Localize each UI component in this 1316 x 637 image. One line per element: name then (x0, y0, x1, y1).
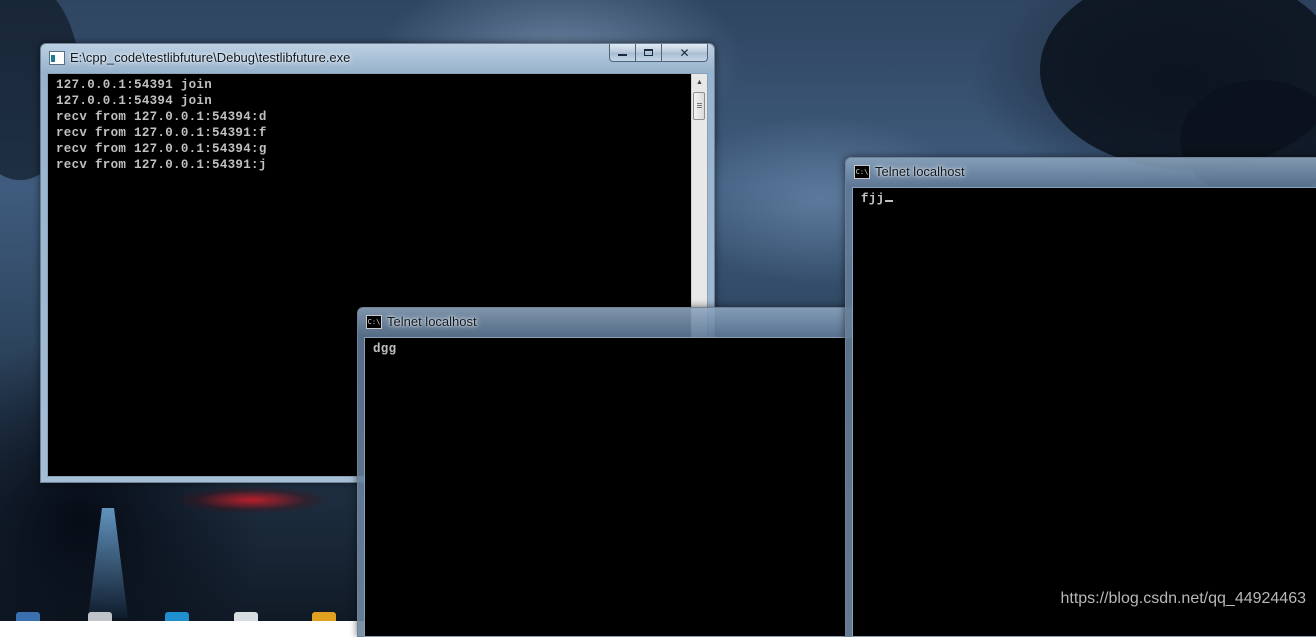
street-lamp-glow (88, 508, 128, 618)
watermark: https://blog.csdn.net/qq_44924463 (1060, 590, 1306, 607)
output-line: recv from 127.0.0.1:54391:j (56, 158, 267, 172)
server-window-titlebar[interactable]: E:\cpp_code\testlibfuture\Debug\testlibf… (41, 44, 714, 72)
taskbar-icon[interactable] (234, 612, 258, 621)
minimize-button[interactable] (609, 44, 636, 62)
caption-buttons: ✕ (609, 44, 708, 64)
output-line: 127.0.0.1:54394 join (56, 94, 213, 108)
taskbar-icon[interactable] (312, 612, 336, 621)
telnet-window-2[interactable]: C:\ Telnet localhost fjj (845, 157, 1316, 637)
taskbar-icon[interactable] (88, 612, 112, 621)
telnet-console-2[interactable]: fjj (852, 187, 1316, 637)
output-line: recv from 127.0.0.1:54391:f (56, 126, 267, 140)
maximize-icon (644, 49, 653, 56)
maximize-button[interactable] (636, 44, 662, 62)
window-title: Telnet localhost (387, 314, 477, 329)
scrollbar-thumb[interactable] (693, 92, 705, 120)
close-button[interactable]: ✕ (662, 44, 708, 62)
taskbar-icon[interactable] (165, 612, 189, 621)
close-icon: ✕ (679, 45, 690, 60)
red-neon-lights (172, 486, 332, 514)
scroll-up-arrow-icon[interactable]: ▲ (692, 74, 707, 90)
console-text: dgg (373, 342, 397, 356)
typed-text: fjj (861, 192, 885, 206)
cmd-icon: C:\ (366, 315, 382, 329)
console-text: 127.0.0.1:54391 join 127.0.0.1:54394 joi… (56, 77, 267, 173)
minimize-icon (618, 53, 627, 56)
output-line: recv from 127.0.0.1:54394:g (56, 142, 267, 156)
output-line: recv from 127.0.0.1:54394:d (56, 110, 267, 124)
output-line: 127.0.0.1:54391 join (56, 78, 213, 92)
window-title: Telnet localhost (875, 164, 965, 179)
telnet-window-1[interactable]: C:\ Telnet localhost dgg (357, 307, 857, 637)
telnet-console-1[interactable]: dgg (364, 337, 856, 637)
telnet-window-titlebar[interactable]: C:\ Telnet localhost (846, 158, 1316, 186)
cmd-icon: C:\ (854, 165, 870, 179)
telnet-window-titlebar[interactable]: C:\ Telnet localhost (358, 308, 856, 336)
taskbar-icon[interactable] (16, 612, 40, 621)
window-title: E:\cpp_code\testlibfuture\Debug\testlibf… (70, 50, 351, 65)
console-app-icon (49, 51, 65, 65)
console-text: fjj (861, 191, 894, 207)
text-cursor (885, 200, 894, 202)
